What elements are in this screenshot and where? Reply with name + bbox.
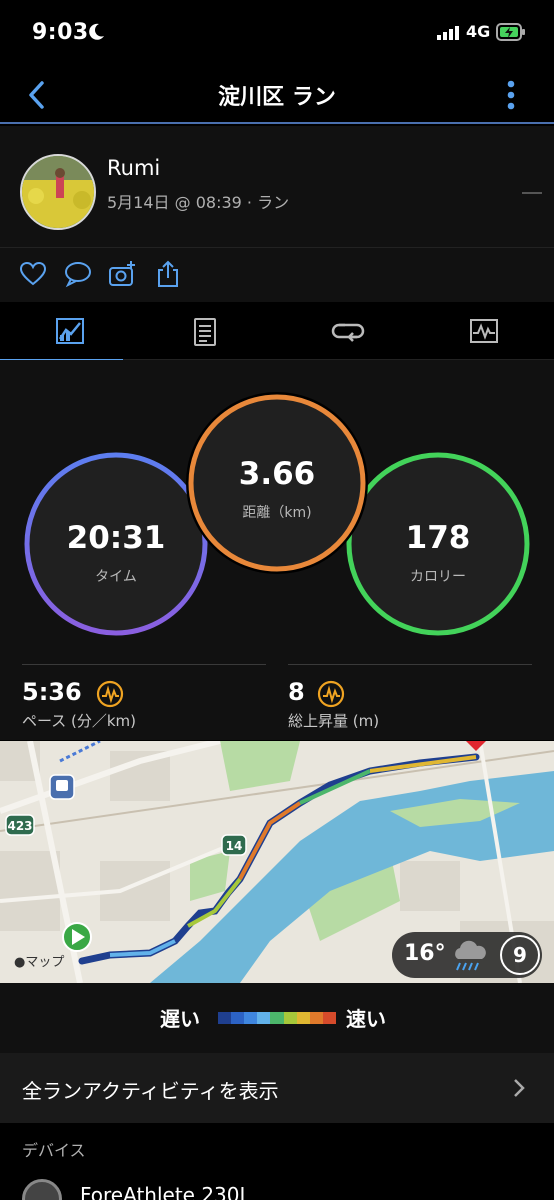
moon-icon xyxy=(89,23,104,40)
all-activities-row[interactable]: 全ランアクティビティを表示 xyxy=(0,1053,554,1123)
distance-ring: 3.66 距離（km) xyxy=(182,388,372,578)
elevation-label: 総上昇量 (m) xyxy=(288,712,380,730)
chevron-right-icon xyxy=(514,1079,525,1097)
legend-swatch xyxy=(283,1012,297,1024)
status-bar: 9:03 4G xyxy=(0,0,554,66)
activity-date: 5月14日 @ 08:39 · ラン xyxy=(107,193,290,212)
more-vertical-icon[interactable] xyxy=(500,76,522,114)
signal-icon xyxy=(437,26,459,40)
tab-details[interactable] xyxy=(138,302,276,360)
battery-charging-icon xyxy=(496,23,525,41)
comment-icon[interactable] xyxy=(64,260,92,288)
heart-rate-icon[interactable] xyxy=(317,680,345,708)
tab-laps[interactable] xyxy=(276,302,414,360)
elevation-value: 8 xyxy=(288,678,305,706)
heart-rate-icon[interactable] xyxy=(96,680,124,708)
devices-section: デバイス ForeAthlete 230J xyxy=(0,1123,554,1200)
share-icon[interactable] xyxy=(154,260,182,288)
legend-swatch xyxy=(270,1012,284,1024)
tab-summary[interactable] xyxy=(0,302,138,361)
temperature: 16° xyxy=(404,941,446,966)
rain-cloud-icon xyxy=(455,940,486,971)
pace-value: 5:36 xyxy=(22,678,82,706)
nav-bar: 淀川区 ラン xyxy=(0,66,554,124)
legend-slow: 遅い xyxy=(160,1007,200,1031)
legend-color-bar xyxy=(218,1012,336,1024)
devices-title: デバイス xyxy=(22,1141,86,1160)
camera-add-icon[interactable] xyxy=(108,260,136,288)
device-name[interactable]: ForeAthlete 230J xyxy=(80,1183,245,1200)
legend-swatch xyxy=(322,1012,336,1024)
distance-value: 3.66 xyxy=(238,456,316,492)
legend-swatch xyxy=(218,1012,232,1024)
road-label-423: 423 xyxy=(7,819,32,833)
tab-graphs[interactable] xyxy=(414,302,552,360)
apple-logo-icon: ● xyxy=(14,955,26,970)
distance-label: 距離（km) xyxy=(242,505,312,521)
divider-mark xyxy=(522,192,542,194)
pace-label: ペース (分／km) xyxy=(22,712,137,730)
avatar[interactable] xyxy=(20,154,96,230)
laps-icon xyxy=(331,323,365,342)
network-type: 4G xyxy=(466,22,491,41)
legend-swatch xyxy=(309,1012,323,1024)
action-bar xyxy=(0,248,554,302)
page-title: 淀川区 ラン xyxy=(218,85,336,110)
road-label-14: 14 xyxy=(226,839,243,853)
route-map[interactable]: 423 14 ●マップ 16° 9 xyxy=(0,741,554,983)
legend-swatch xyxy=(257,1012,271,1024)
heart-icon[interactable] xyxy=(19,260,47,288)
pace-divider xyxy=(22,664,266,665)
user-name: Rumi xyxy=(107,156,161,180)
legend-swatch xyxy=(296,1012,310,1024)
pace-legend: 遅い 速い xyxy=(0,983,554,1053)
graph-icon xyxy=(470,319,498,343)
tab-bar xyxy=(0,302,554,361)
watch-icon xyxy=(22,1179,62,1200)
legend-swatch xyxy=(231,1012,245,1024)
summary-chart-icon xyxy=(56,318,84,344)
map-attribution: ●マップ xyxy=(14,955,65,970)
wind-speed: 9 xyxy=(500,935,540,975)
activity-header: Rumi 5月14日 @ 08:39 · ラン xyxy=(0,126,554,248)
elevation-divider xyxy=(288,664,532,665)
legend-fast: 速い xyxy=(346,1007,386,1031)
details-list-icon xyxy=(194,318,216,346)
stats-panel: 20:31 タイム 178 カロリー 3.66 距離（km) 5:36 ペース … xyxy=(0,360,554,740)
all-activities-label: 全ランアクティビティを表示 xyxy=(22,1079,279,1103)
legend-swatch xyxy=(244,1012,258,1024)
status-time: 9:03 xyxy=(32,20,89,45)
weather-badge: 16° 9 xyxy=(392,932,542,978)
